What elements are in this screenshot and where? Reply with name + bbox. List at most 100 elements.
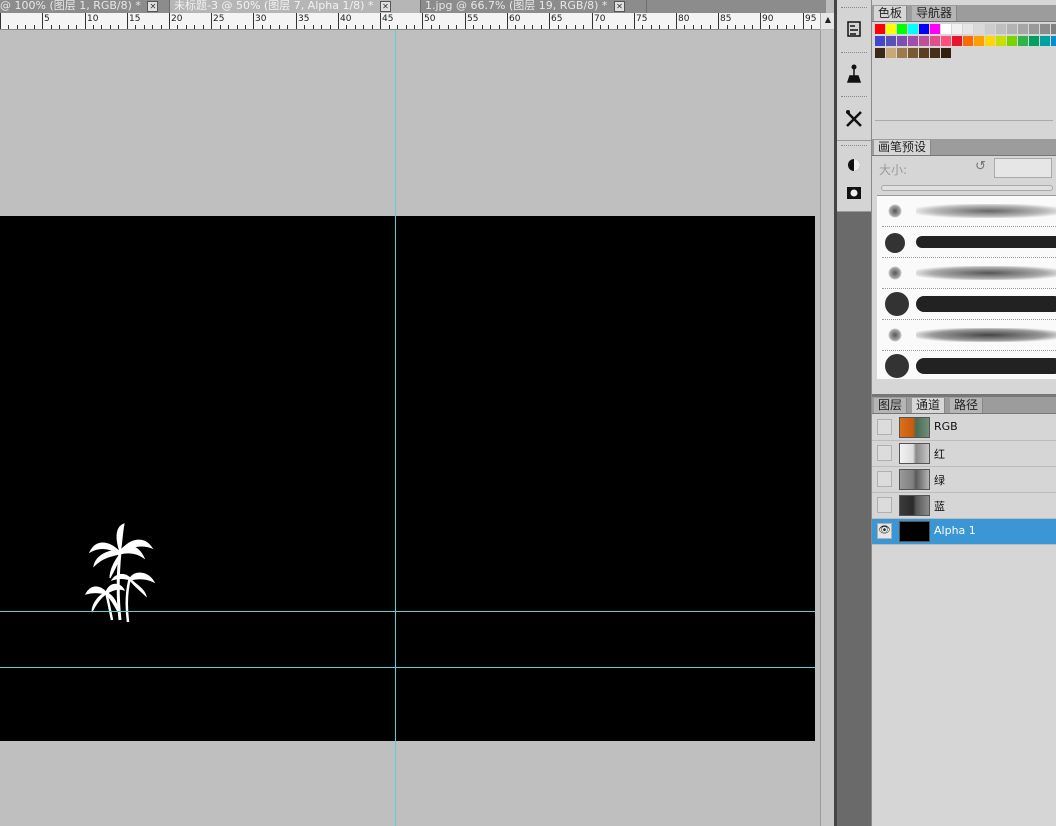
color-swatch[interactable]: [941, 24, 952, 35]
scroll-up-arrow-icon[interactable]: ▲: [820, 13, 835, 29]
color-swatch[interactable]: [974, 36, 985, 47]
color-swatch[interactable]: [1029, 24, 1040, 35]
color-swatch[interactable]: [930, 24, 941, 35]
color-swatch[interactable]: [875, 48, 886, 59]
color-swatch[interactable]: [919, 48, 930, 59]
color-swatch[interactable]: [985, 36, 996, 47]
eye-icon[interactable]: 👁: [877, 523, 892, 539]
quick-mask-icon[interactable]: [840, 179, 868, 207]
brush-preset-item[interactable]: [882, 320, 1056, 351]
history-brush-icon[interactable]: [840, 16, 868, 44]
color-swatch[interactable]: [897, 36, 908, 47]
ruler-label: 35: [298, 14, 310, 24]
color-swatch[interactable]: [1018, 24, 1029, 35]
color-swatch[interactable]: [996, 24, 1007, 35]
color-swatch[interactable]: [919, 24, 930, 35]
channel-row-blue[interactable]: 蓝: [872, 493, 1056, 519]
brush-preset-list[interactable]: [877, 195, 1056, 379]
color-swatch[interactable]: [919, 36, 930, 47]
color-swatch[interactable]: [952, 24, 963, 35]
color-swatch[interactable]: [1051, 24, 1056, 35]
visibility-toggle[interactable]: [877, 471, 892, 487]
document-tab-bar: @ 100% (图层 1, RGB/8) * ✕ 未标题-3 @ 50% (图层…: [0, 0, 826, 13]
color-swatch[interactable]: [897, 48, 908, 59]
vertical-scrollbar[interactable]: [820, 30, 835, 826]
color-swatch[interactable]: [1007, 36, 1018, 47]
document-tab-1[interactable]: @ 100% (图层 1, RGB/8) * ✕: [0, 0, 170, 13]
color-swatch[interactable]: [897, 24, 908, 35]
brush-preset-item[interactable]: [882, 227, 1056, 258]
close-icon[interactable]: ✕: [613, 0, 625, 12]
color-swatch[interactable]: [1029, 36, 1040, 47]
brush-preset-item[interactable]: [882, 258, 1056, 289]
tab-channels[interactable]: 通道: [912, 398, 946, 413]
horizontal-guide-1[interactable]: [0, 611, 815, 612]
channel-row-red[interactable]: 红: [872, 441, 1056, 467]
color-swatch[interactable]: [886, 36, 897, 47]
channel-thumbnail: [899, 469, 930, 490]
color-swatch[interactable]: [886, 24, 897, 35]
document-tab-2[interactable]: 未标题-3 @ 50% (图层 7, Alpha 1/8) * ✕: [170, 0, 421, 13]
document-image-alpha-channel[interactable]: [0, 216, 815, 741]
horizontal-guide-2[interactable]: [0, 667, 815, 668]
brush-tip-icon: [885, 233, 905, 253]
channel-row-green[interactable]: 绿: [872, 467, 1056, 493]
tab-brush-presets[interactable]: 画笔预设: [874, 140, 932, 155]
color-swatch[interactable]: [886, 48, 897, 59]
color-swatch[interactable]: [908, 48, 919, 59]
color-swatch[interactable]: [974, 24, 985, 35]
color-swatch[interactable]: [941, 36, 952, 47]
color-swatch[interactable]: [1040, 36, 1051, 47]
color-swatch[interactable]: [930, 36, 941, 47]
channel-row-rgb[interactable]: RGB: [872, 415, 1056, 441]
close-icon[interactable]: ✕: [147, 0, 159, 12]
color-circle-icon[interactable]: [840, 151, 868, 179]
grip-handle[interactable]: [841, 145, 867, 148]
brush-size-field[interactable]: [994, 158, 1052, 178]
color-swatch[interactable]: [963, 24, 974, 35]
color-swatch[interactable]: [1051, 36, 1056, 47]
color-swatch[interactable]: [908, 36, 919, 47]
brush-preset-item[interactable]: [882, 289, 1056, 320]
tab-swatches[interactable]: 色板: [874, 6, 908, 21]
brush-preset-item[interactable]: [882, 351, 1056, 379]
brush-stroke-preview: [916, 204, 1056, 218]
close-icon[interactable]: ✕: [379, 0, 391, 12]
color-swatch[interactable]: [963, 36, 974, 47]
grip-handle[interactable]: [841, 96, 867, 99]
color-swatch[interactable]: [1007, 24, 1018, 35]
tab-paths[interactable]: 路径: [950, 398, 984, 413]
color-swatch[interactable]: [996, 36, 1007, 47]
clone-stamp-icon[interactable]: [840, 60, 868, 88]
visibility-toggle[interactable]: [877, 419, 892, 435]
vertical-guide[interactable]: [395, 30, 396, 826]
brush-preset-item[interactable]: [882, 196, 1056, 227]
color-swatch[interactable]: [985, 24, 996, 35]
brush-presets-tabbar: 画笔预设: [872, 139, 1056, 156]
grip-handle[interactable]: [841, 52, 867, 55]
tab-layers[interactable]: 图层: [874, 398, 908, 413]
channel-row-alpha-1[interactable]: 👁 Alpha 1: [872, 519, 1056, 545]
color-swatch[interactable]: [930, 48, 941, 59]
document-tab-3[interactable]: 1.jpg @ 66.7% (图层 19, RGB/8) * ✕: [421, 0, 647, 13]
ruler-label: 80: [678, 14, 690, 24]
tab-navigator[interactable]: 导航器: [912, 6, 958, 21]
ruler-label: 90: [762, 14, 774, 24]
color-swatch[interactable]: [952, 36, 963, 47]
visibility-toggle[interactable]: [877, 445, 892, 461]
brush-size-slider[interactable]: [881, 185, 1053, 191]
color-swatch[interactable]: [875, 24, 886, 35]
color-swatch[interactable]: [875, 36, 886, 47]
color-swatch[interactable]: [941, 48, 952, 59]
color-swatch[interactable]: [1018, 36, 1029, 47]
visibility-toggle[interactable]: [877, 497, 892, 513]
swatches-tabbar: 色板 导航器: [872, 5, 1056, 22]
swatch-grid[interactable]: [875, 24, 1056, 64]
tools-cross-icon[interactable]: [840, 104, 868, 132]
reset-icon[interactable]: ↺: [975, 159, 986, 174]
brush-stroke-preview: [916, 358, 1056, 374]
color-swatch[interactable]: [1040, 24, 1051, 35]
grip-handle[interactable]: [841, 7, 867, 10]
horizontal-ruler[interactable]: 5 10 15 20 25 30 35 40 45 50 55 60 65 70 75 80 85 90 95: [0, 13, 820, 30]
color-swatch[interactable]: [908, 24, 919, 35]
